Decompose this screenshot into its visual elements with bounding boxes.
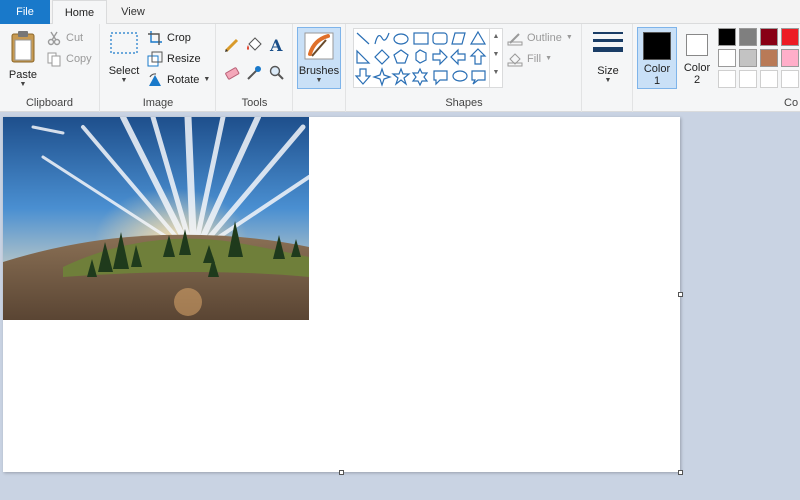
- crop-button[interactable]: Crop: [147, 28, 191, 48]
- clipboard-group-label: Clipboard: [25, 97, 74, 109]
- rotate-icon: [149, 73, 161, 86]
- palette-swatch[interactable]: [739, 49, 757, 67]
- size-label: Size: [597, 65, 619, 77]
- canvas-workspace: [0, 112, 800, 500]
- tab-home[interactable]: Home: [52, 0, 107, 25]
- chevron-down-icon: ▼: [315, 77, 323, 84]
- chevron-up-icon[interactable]: ▲: [490, 28, 502, 46]
- color1-swatch: [643, 32, 671, 60]
- rotate-button[interactable]: Rotate ▼: [147, 70, 210, 90]
- chevron-down-icon: ▼: [545, 55, 552, 62]
- color-palette: [718, 28, 800, 94]
- group-shapes: ▲ ▼ ▼ Outline ▼ Fill ▼ Shapes: [347, 24, 582, 112]
- palette-swatch[interactable]: [781, 49, 799, 67]
- scissors-icon: [47, 31, 61, 46]
- palette-swatch[interactable]: [781, 70, 799, 88]
- fill-bucket-icon[interactable]: [245, 36, 263, 54]
- palette-swatch[interactable]: [739, 70, 757, 88]
- pasted-landscape-image[interactable]: [3, 117, 309, 320]
- line-size-icon: [593, 32, 623, 52]
- chevron-down-icon: ▼: [19, 81, 27, 88]
- fill-button[interactable]: Fill ▼: [507, 49, 552, 69]
- rotate-label: Rotate: [167, 74, 200, 86]
- palette-swatch[interactable]: [760, 49, 778, 67]
- resize-handle-bottom[interactable]: [339, 470, 344, 475]
- chevron-down-icon: ▼: [565, 34, 573, 41]
- tools-group-label: Tools: [241, 97, 268, 109]
- color1-label: Color: [643, 63, 671, 75]
- palette-swatch[interactable]: [781, 28, 799, 46]
- crop-label: Crop: [167, 32, 191, 44]
- resize-icon: [147, 51, 163, 67]
- palette-swatch[interactable]: [760, 70, 778, 88]
- brush-icon: [304, 32, 334, 60]
- color2-number: 2: [693, 74, 701, 86]
- copy-button[interactable]: Copy: [46, 49, 92, 69]
- group-colors: Color 1 Color 2 Co: [634, 24, 800, 112]
- palette-swatch[interactable]: [718, 49, 736, 67]
- paste-button[interactable]: Paste ▼: [6, 28, 40, 90]
- group-size: Size ▼: [583, 24, 633, 112]
- chevron-down-icon[interactable]: ▼: [490, 46, 502, 64]
- color1-number: 1: [653, 75, 661, 87]
- palette-swatch[interactable]: [739, 28, 757, 46]
- shapes-gallery-icons: [354, 30, 487, 87]
- shapes-group-label: Shapes: [445, 97, 483, 109]
- image-group-label: Image: [142, 97, 174, 109]
- svg-text:A: A: [269, 36, 283, 55]
- resize-handle-corner[interactable]: [678, 470, 683, 475]
- size-button[interactable]: Size ▼: [588, 28, 628, 90]
- palette-swatch[interactable]: [718, 28, 736, 46]
- group-tools: A Tools: [217, 24, 293, 112]
- ribbon: Paste ▼ Cut Copy Clipboard Select ▼ Crop…: [0, 24, 800, 112]
- tab-file[interactable]: File: [0, 0, 50, 24]
- select-button[interactable]: Select ▼: [107, 30, 141, 90]
- outline-button[interactable]: Outline ▼: [507, 28, 573, 48]
- palette-swatch[interactable]: [760, 28, 778, 46]
- fill-label: Fill: [527, 53, 542, 65]
- cut-label: Cut: [66, 32, 84, 44]
- selection-rectangle-icon: [110, 32, 138, 54]
- color1-button[interactable]: Color 1: [637, 27, 677, 89]
- chevron-down-icon: ▼: [203, 76, 211, 83]
- resize-button[interactable]: Resize: [147, 49, 201, 69]
- resize-handle-right[interactable]: [678, 292, 683, 297]
- fill-icon: [507, 53, 523, 67]
- eraser-icon[interactable]: [223, 64, 241, 82]
- group-brushes: Brushes ▼: [294, 24, 346, 112]
- tab-view[interactable]: View: [108, 0, 158, 24]
- ribbon-tab-bar: File Home View: [0, 0, 800, 25]
- outline-pen-icon: [507, 33, 523, 46]
- palette-swatch[interactable]: [718, 70, 736, 88]
- magnifier-icon[interactable]: [268, 64, 286, 82]
- copy-label: Copy: [66, 53, 92, 65]
- group-clipboard: Paste ▼ Cut Copy Clipboard: [0, 24, 100, 112]
- outline-label: Outline: [527, 32, 562, 44]
- colors-group-label: Co: [784, 97, 799, 109]
- crop-icon: [148, 31, 162, 45]
- pencil-icon[interactable]: [223, 36, 241, 54]
- color-picker-icon[interactable]: [245, 64, 263, 82]
- group-image: Select ▼ Crop Resize Rotate ▼ Image: [101, 24, 216, 112]
- select-label: Select: [108, 65, 140, 77]
- color2-swatch: [686, 34, 708, 56]
- cut-button[interactable]: Cut: [46, 28, 83, 48]
- paste-label: Paste: [8, 69, 38, 81]
- chevron-down-icon: ▼: [120, 77, 128, 84]
- brushes-button[interactable]: Brushes ▼: [297, 27, 341, 89]
- chevron-down-icon: ▼: [604, 77, 612, 84]
- copy-icon: [47, 52, 61, 67]
- expand-gallery-icon[interactable]: ▼: [490, 64, 502, 82]
- shapes-gallery[interactable]: [353, 28, 503, 88]
- resize-label: Resize: [167, 53, 201, 65]
- brushes-label: Brushes: [298, 65, 340, 77]
- shapes-scroll[interactable]: ▲ ▼ ▼: [489, 28, 502, 88]
- color2-label: Color: [683, 62, 711, 74]
- text-tool-icon[interactable]: A: [268, 35, 286, 55]
- drawing-canvas[interactable]: [3, 117, 683, 475]
- clipboard-icon: [11, 31, 35, 63]
- color2-button[interactable]: Color 2: [680, 27, 714, 89]
